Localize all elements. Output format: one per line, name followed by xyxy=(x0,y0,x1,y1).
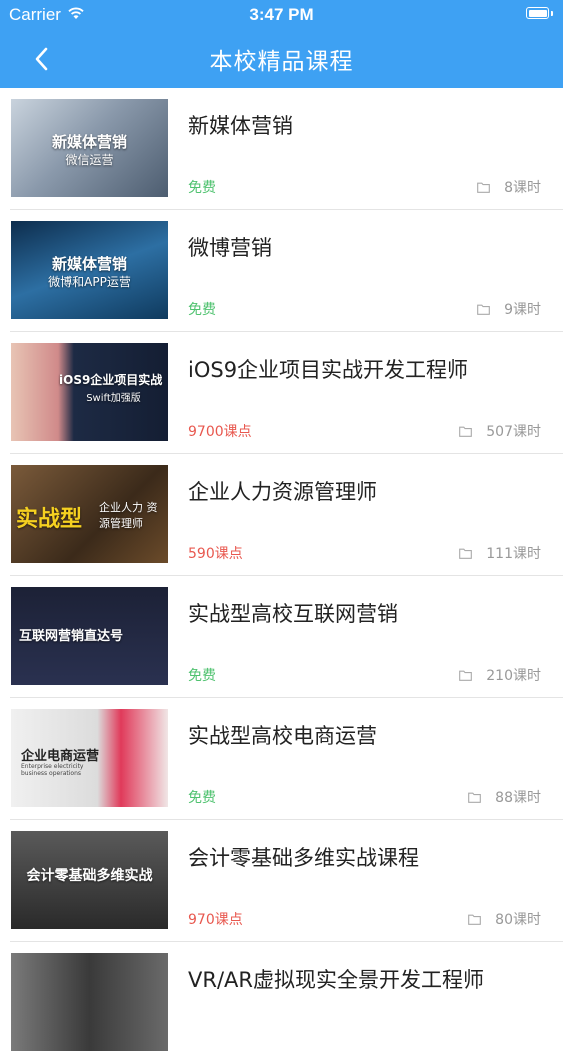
hours-label: 80课时 xyxy=(495,912,541,928)
page-title: 本校精品课程 xyxy=(209,49,354,75)
thumbnail-subtitle: 微信运营 xyxy=(65,153,114,167)
hours-label: 8课时 xyxy=(504,180,541,196)
course-price: 免费 xyxy=(188,180,216,196)
thumbnail-subtitle: Swift加强版 xyxy=(86,393,141,404)
battery-icon xyxy=(526,7,553,19)
course-item[interactable]: 新媒体营销 微博和APP运营 微博营销 免费 9课时 xyxy=(0,210,563,332)
course-price: 590课点 xyxy=(188,546,243,562)
course-hours: 88课时 xyxy=(468,787,541,807)
folder-icon xyxy=(477,304,490,315)
course-hours: 111课时 xyxy=(459,543,541,563)
course-thumbnail: 新媒体营销 微博和APP运营 xyxy=(11,221,168,319)
thumbnail-title: 会计零基础多维实战 xyxy=(26,868,153,884)
folder-icon xyxy=(468,792,482,803)
folder-icon xyxy=(459,548,473,559)
header: Carrier 3:47 PM 本校精品课程 xyxy=(0,0,563,88)
course-price: 免费 xyxy=(188,668,216,684)
nav-bar: 本校精品课程 xyxy=(0,30,563,88)
thumbnail-title: iOS9企业项目实战 xyxy=(59,373,163,387)
course-item[interactable]: iOS9企业项目实战 Swift加强版 iOS9企业项目实战开发工程师 9700… xyxy=(0,332,563,454)
course-hours: 210课时 xyxy=(459,665,541,685)
folder-icon xyxy=(459,670,473,681)
course-item[interactable]: 互联网营销直达号 实战型高校互联网营销 免费 210课时 xyxy=(0,576,563,698)
course-price: 免费 xyxy=(188,302,216,318)
course-item[interactable]: 企业电商运营 Enterprise electricity business o… xyxy=(0,698,563,820)
course-price: 9700课点 xyxy=(188,424,252,440)
course-hours: 9课时 xyxy=(477,299,541,319)
folder-icon xyxy=(477,182,490,193)
course-thumbnail: 会计零基础多维实战 xyxy=(11,831,168,929)
course-title: VR/AR虚拟现实全景开发工程师 xyxy=(188,968,484,992)
course-title: 实战型高校互联网营销 xyxy=(188,602,398,626)
thumbnail-title: 实战型 xyxy=(16,507,83,532)
thumbnail-title: 互联网营销直达号 xyxy=(19,629,124,644)
course-title: 企业人力资源管理师 xyxy=(188,480,377,504)
status-time: 3:47 PM xyxy=(249,5,314,24)
course-item[interactable]: 新媒体营销 微信运营 新媒体营销 免费 8课时 xyxy=(0,88,563,210)
hours-label: 9课时 xyxy=(504,302,541,318)
hours-label: 210课时 xyxy=(486,668,541,684)
thumbnail-title: 新媒体营销 xyxy=(51,255,127,273)
hours-label: 111课时 xyxy=(486,546,541,562)
course-hours: 507课时 xyxy=(459,421,541,441)
course-title: 新媒体营销 xyxy=(188,114,293,138)
course-thumbnail: iOS9企业项目实战 Swift加强版 xyxy=(11,343,168,441)
thumbnail-subtitle: 微博和APP运营 xyxy=(48,275,131,289)
hours-label: 88课时 xyxy=(495,790,541,806)
course-thumbnail xyxy=(11,953,168,1051)
course-price: 免费 xyxy=(188,790,216,806)
course-title: 实战型高校电商运营 xyxy=(188,724,377,748)
hours-label: 507课时 xyxy=(486,424,541,440)
course-title: 会计零基础多维实战课程 xyxy=(188,846,419,870)
thumbnail-title: 企业电商运营 xyxy=(21,749,100,764)
course-item[interactable]: 实战型 企业人力 资源管理师 企业人力资源管理师 590课点 111课时 xyxy=(0,454,563,576)
status-bar: Carrier 3:47 PM xyxy=(0,0,563,30)
course-list: 新媒体营销 微信运营 新媒体营销 免费 8课时 新媒体营销 微博和APP运营 微… xyxy=(0,88,563,1064)
course-title: 微博营销 xyxy=(188,236,272,260)
thumbnail-subtitle: 企业人力 资源管理师 xyxy=(99,501,158,530)
folder-icon xyxy=(459,426,473,437)
course-thumbnail: 互联网营销直达号 xyxy=(11,587,168,685)
course-hours: 80课时 xyxy=(468,909,541,929)
course-item[interactable]: 会计零基础多维实战 会计零基础多维实战课程 970课点 80课时 xyxy=(0,820,563,942)
course-hours: 8课时 xyxy=(477,177,541,197)
course-thumbnail: 实战型 企业人力 资源管理师 xyxy=(11,465,168,563)
folder-icon xyxy=(468,914,482,925)
course-title: iOS9企业项目实战开发工程师 xyxy=(188,358,469,382)
course-thumbnail: 企业电商运营 Enterprise electricity business o… xyxy=(11,709,168,807)
course-item[interactable]: VR/AR虚拟现实全景开发工程师 xyxy=(0,942,563,1064)
course-thumbnail: 新媒体营销 微信运营 xyxy=(11,99,168,197)
course-price: 970课点 xyxy=(188,912,243,928)
thumbnail-subtitle: Enterprise electricity business operatio… xyxy=(21,763,84,777)
thumbnail-title: 新媒体营销 xyxy=(51,133,127,151)
